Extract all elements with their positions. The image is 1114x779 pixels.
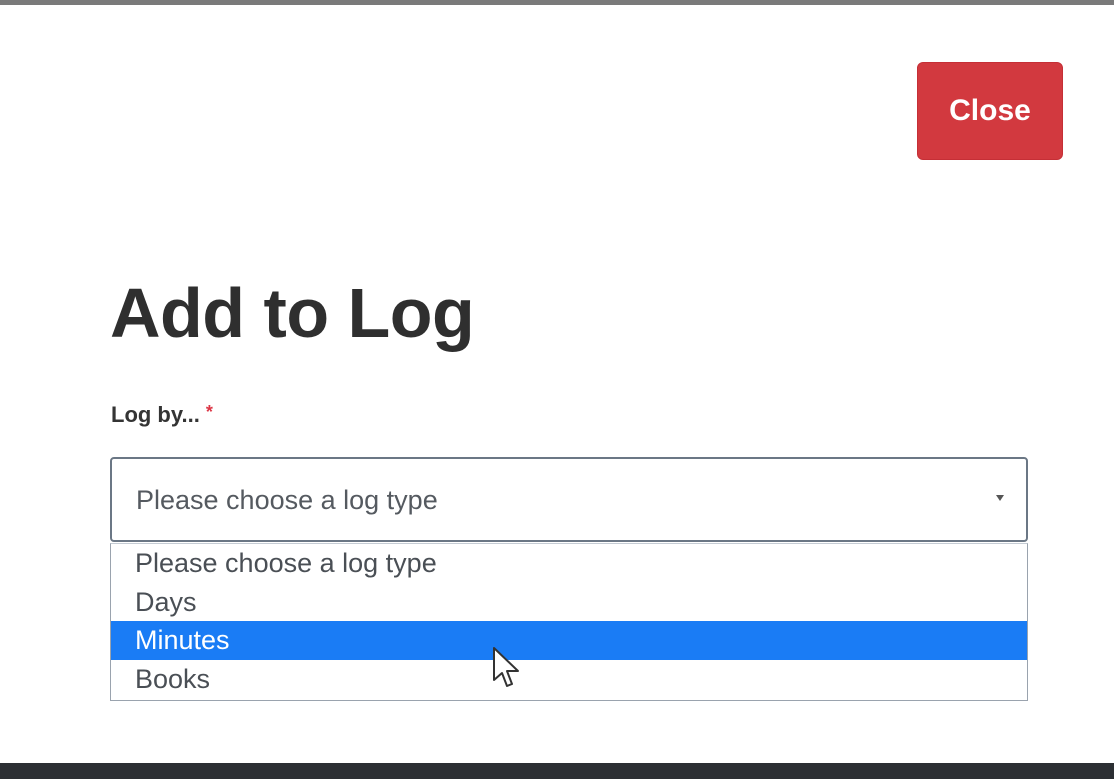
log-by-label: Log by... * [111,402,213,428]
close-button[interactable]: Close [917,62,1063,160]
option-books[interactable]: Books [111,660,1027,699]
log-type-select[interactable]: Please choose a log type [110,457,1028,542]
add-to-log-modal: Close Add to Log Log by... * Please choos… [0,5,1114,763]
chevron-down-icon [996,495,1004,501]
log-by-label-text: Log by... [111,402,200,427]
option-minutes[interactable]: Minutes [111,621,1027,660]
page-title: Add to Log [110,274,475,352]
option-please-choose[interactable]: Please choose a log type [111,544,1027,583]
footer-bar [0,763,1114,779]
log-type-options-list: Please choose a log type Days Minutes Bo… [110,543,1028,701]
log-type-select-value: Please choose a log type [136,485,438,515]
option-days[interactable]: Days [111,583,1027,622]
required-asterisk: * [205,402,213,422]
